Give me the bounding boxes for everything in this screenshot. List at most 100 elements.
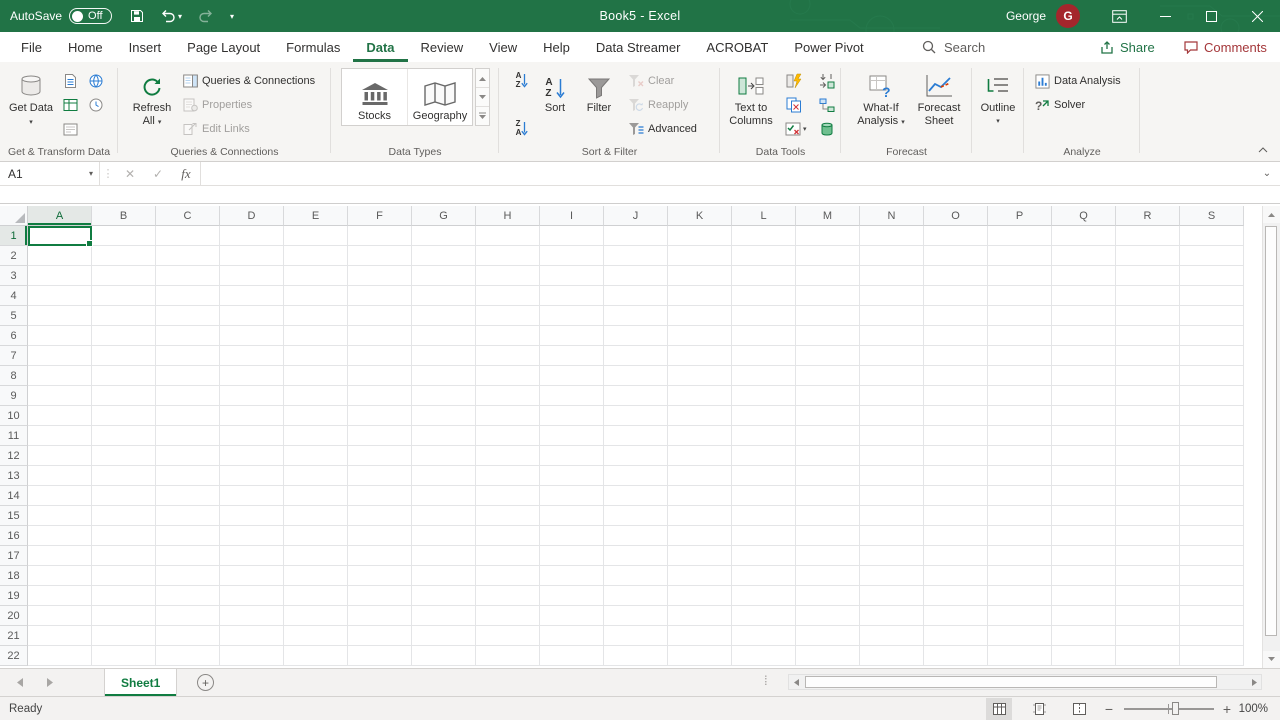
cell-b11[interactable] bbox=[92, 426, 156, 446]
cell-p17[interactable] bbox=[988, 546, 1052, 566]
cell-k17[interactable] bbox=[668, 546, 732, 566]
cell-g14[interactable] bbox=[412, 486, 476, 506]
cell-h18[interactable] bbox=[476, 566, 540, 586]
cell-g4[interactable] bbox=[412, 286, 476, 306]
cell-a4[interactable] bbox=[28, 286, 92, 306]
cell-c15[interactable] bbox=[156, 506, 220, 526]
cell-i10[interactable] bbox=[540, 406, 604, 426]
cell-k14[interactable] bbox=[668, 486, 732, 506]
cell-r7[interactable] bbox=[1116, 346, 1180, 366]
cell-d18[interactable] bbox=[220, 566, 284, 586]
cell-o15[interactable] bbox=[924, 506, 988, 526]
cell-f15[interactable] bbox=[348, 506, 412, 526]
cell-q5[interactable] bbox=[1052, 306, 1116, 326]
cell-d2[interactable] bbox=[220, 246, 284, 266]
cell-j22[interactable] bbox=[604, 646, 668, 666]
cell-q20[interactable] bbox=[1052, 606, 1116, 626]
cell-p4[interactable] bbox=[988, 286, 1052, 306]
cell-o8[interactable] bbox=[924, 366, 988, 386]
cell-j10[interactable] bbox=[604, 406, 668, 426]
column-header-d[interactable]: D bbox=[220, 206, 284, 226]
row-header-6[interactable]: 6 bbox=[0, 326, 28, 346]
cell-s17[interactable] bbox=[1180, 546, 1244, 566]
cell-d10[interactable] bbox=[220, 406, 284, 426]
scroll-up-button[interactable] bbox=[1263, 206, 1280, 223]
cell-e6[interactable] bbox=[284, 326, 348, 346]
cell-h4[interactable] bbox=[476, 286, 540, 306]
cell-m16[interactable] bbox=[796, 526, 860, 546]
cell-i4[interactable] bbox=[540, 286, 604, 306]
cell-q7[interactable] bbox=[1052, 346, 1116, 366]
cell-s10[interactable] bbox=[1180, 406, 1244, 426]
cell-o9[interactable] bbox=[924, 386, 988, 406]
cell-i6[interactable] bbox=[540, 326, 604, 346]
cell-c2[interactable] bbox=[156, 246, 220, 266]
cell-c7[interactable] bbox=[156, 346, 220, 366]
from-web-button[interactable] bbox=[84, 70, 108, 92]
cell-q1[interactable] bbox=[1052, 226, 1116, 246]
cell-m8[interactable] bbox=[796, 366, 860, 386]
cell-c3[interactable] bbox=[156, 266, 220, 286]
cell-s2[interactable] bbox=[1180, 246, 1244, 266]
cell-b7[interactable] bbox=[92, 346, 156, 366]
cell-h19[interactable] bbox=[476, 586, 540, 606]
vertical-scroll-thumb[interactable] bbox=[1265, 226, 1277, 636]
row-header-17[interactable]: 17 bbox=[0, 546, 28, 566]
row-header-13[interactable]: 13 bbox=[0, 466, 28, 486]
column-header-l[interactable]: L bbox=[732, 206, 796, 226]
customize-quick-access-button[interactable]: ▾ bbox=[230, 12, 234, 21]
cell-m3[interactable] bbox=[796, 266, 860, 286]
cell-q17[interactable] bbox=[1052, 546, 1116, 566]
cell-g2[interactable] bbox=[412, 246, 476, 266]
cell-e14[interactable] bbox=[284, 486, 348, 506]
cell-r16[interactable] bbox=[1116, 526, 1180, 546]
solver-button[interactable]: ? Solver bbox=[1032, 94, 1088, 116]
cell-n4[interactable] bbox=[860, 286, 924, 306]
cell-b21[interactable] bbox=[92, 626, 156, 646]
cell-d22[interactable] bbox=[220, 646, 284, 666]
cell-l16[interactable] bbox=[732, 526, 796, 546]
page-layout-view-button[interactable] bbox=[1026, 698, 1052, 720]
cell-n12[interactable] bbox=[860, 446, 924, 466]
cell-h12[interactable] bbox=[476, 446, 540, 466]
cell-a15[interactable] bbox=[28, 506, 92, 526]
cell-p20[interactable] bbox=[988, 606, 1052, 626]
cell-k9[interactable] bbox=[668, 386, 732, 406]
row-header-19[interactable]: 19 bbox=[0, 586, 28, 606]
cell-b5[interactable] bbox=[92, 306, 156, 326]
cell-s11[interactable] bbox=[1180, 426, 1244, 446]
cell-d1[interactable] bbox=[220, 226, 284, 246]
cell-o5[interactable] bbox=[924, 306, 988, 326]
cell-d15[interactable] bbox=[220, 506, 284, 526]
cell-e13[interactable] bbox=[284, 466, 348, 486]
advanced-filter-button[interactable]: Advanced bbox=[625, 118, 700, 140]
cell-s8[interactable] bbox=[1180, 366, 1244, 386]
cell-e8[interactable] bbox=[284, 366, 348, 386]
cell-l7[interactable] bbox=[732, 346, 796, 366]
cell-a8[interactable] bbox=[28, 366, 92, 386]
normal-view-button[interactable] bbox=[986, 698, 1012, 720]
tab-insert[interactable]: Insert bbox=[116, 32, 175, 62]
cell-j4[interactable] bbox=[604, 286, 668, 306]
cell-k10[interactable] bbox=[668, 406, 732, 426]
cell-o11[interactable] bbox=[924, 426, 988, 446]
cell-m14[interactable] bbox=[796, 486, 860, 506]
page-break-preview-button[interactable] bbox=[1066, 698, 1092, 720]
row-header-1[interactable]: 1 bbox=[0, 226, 28, 246]
cell-i8[interactable] bbox=[540, 366, 604, 386]
what-if-analysis-button[interactable]: ? What-If Analysis ▾ bbox=[853, 67, 909, 141]
cell-f3[interactable] bbox=[348, 266, 412, 286]
cell-s15[interactable] bbox=[1180, 506, 1244, 526]
cell-c14[interactable] bbox=[156, 486, 220, 506]
cell-i7[interactable] bbox=[540, 346, 604, 366]
cell-b20[interactable] bbox=[92, 606, 156, 626]
cell-i20[interactable] bbox=[540, 606, 604, 626]
cell-l14[interactable] bbox=[732, 486, 796, 506]
cell-e5[interactable] bbox=[284, 306, 348, 326]
cell-f1[interactable] bbox=[348, 226, 412, 246]
maximize-button[interactable] bbox=[1188, 0, 1234, 32]
zoom-out-button[interactable]: − bbox=[1100, 697, 1118, 720]
column-header-m[interactable]: M bbox=[796, 206, 860, 226]
row-header-21[interactable]: 21 bbox=[0, 626, 28, 646]
cell-i3[interactable] bbox=[540, 266, 604, 286]
